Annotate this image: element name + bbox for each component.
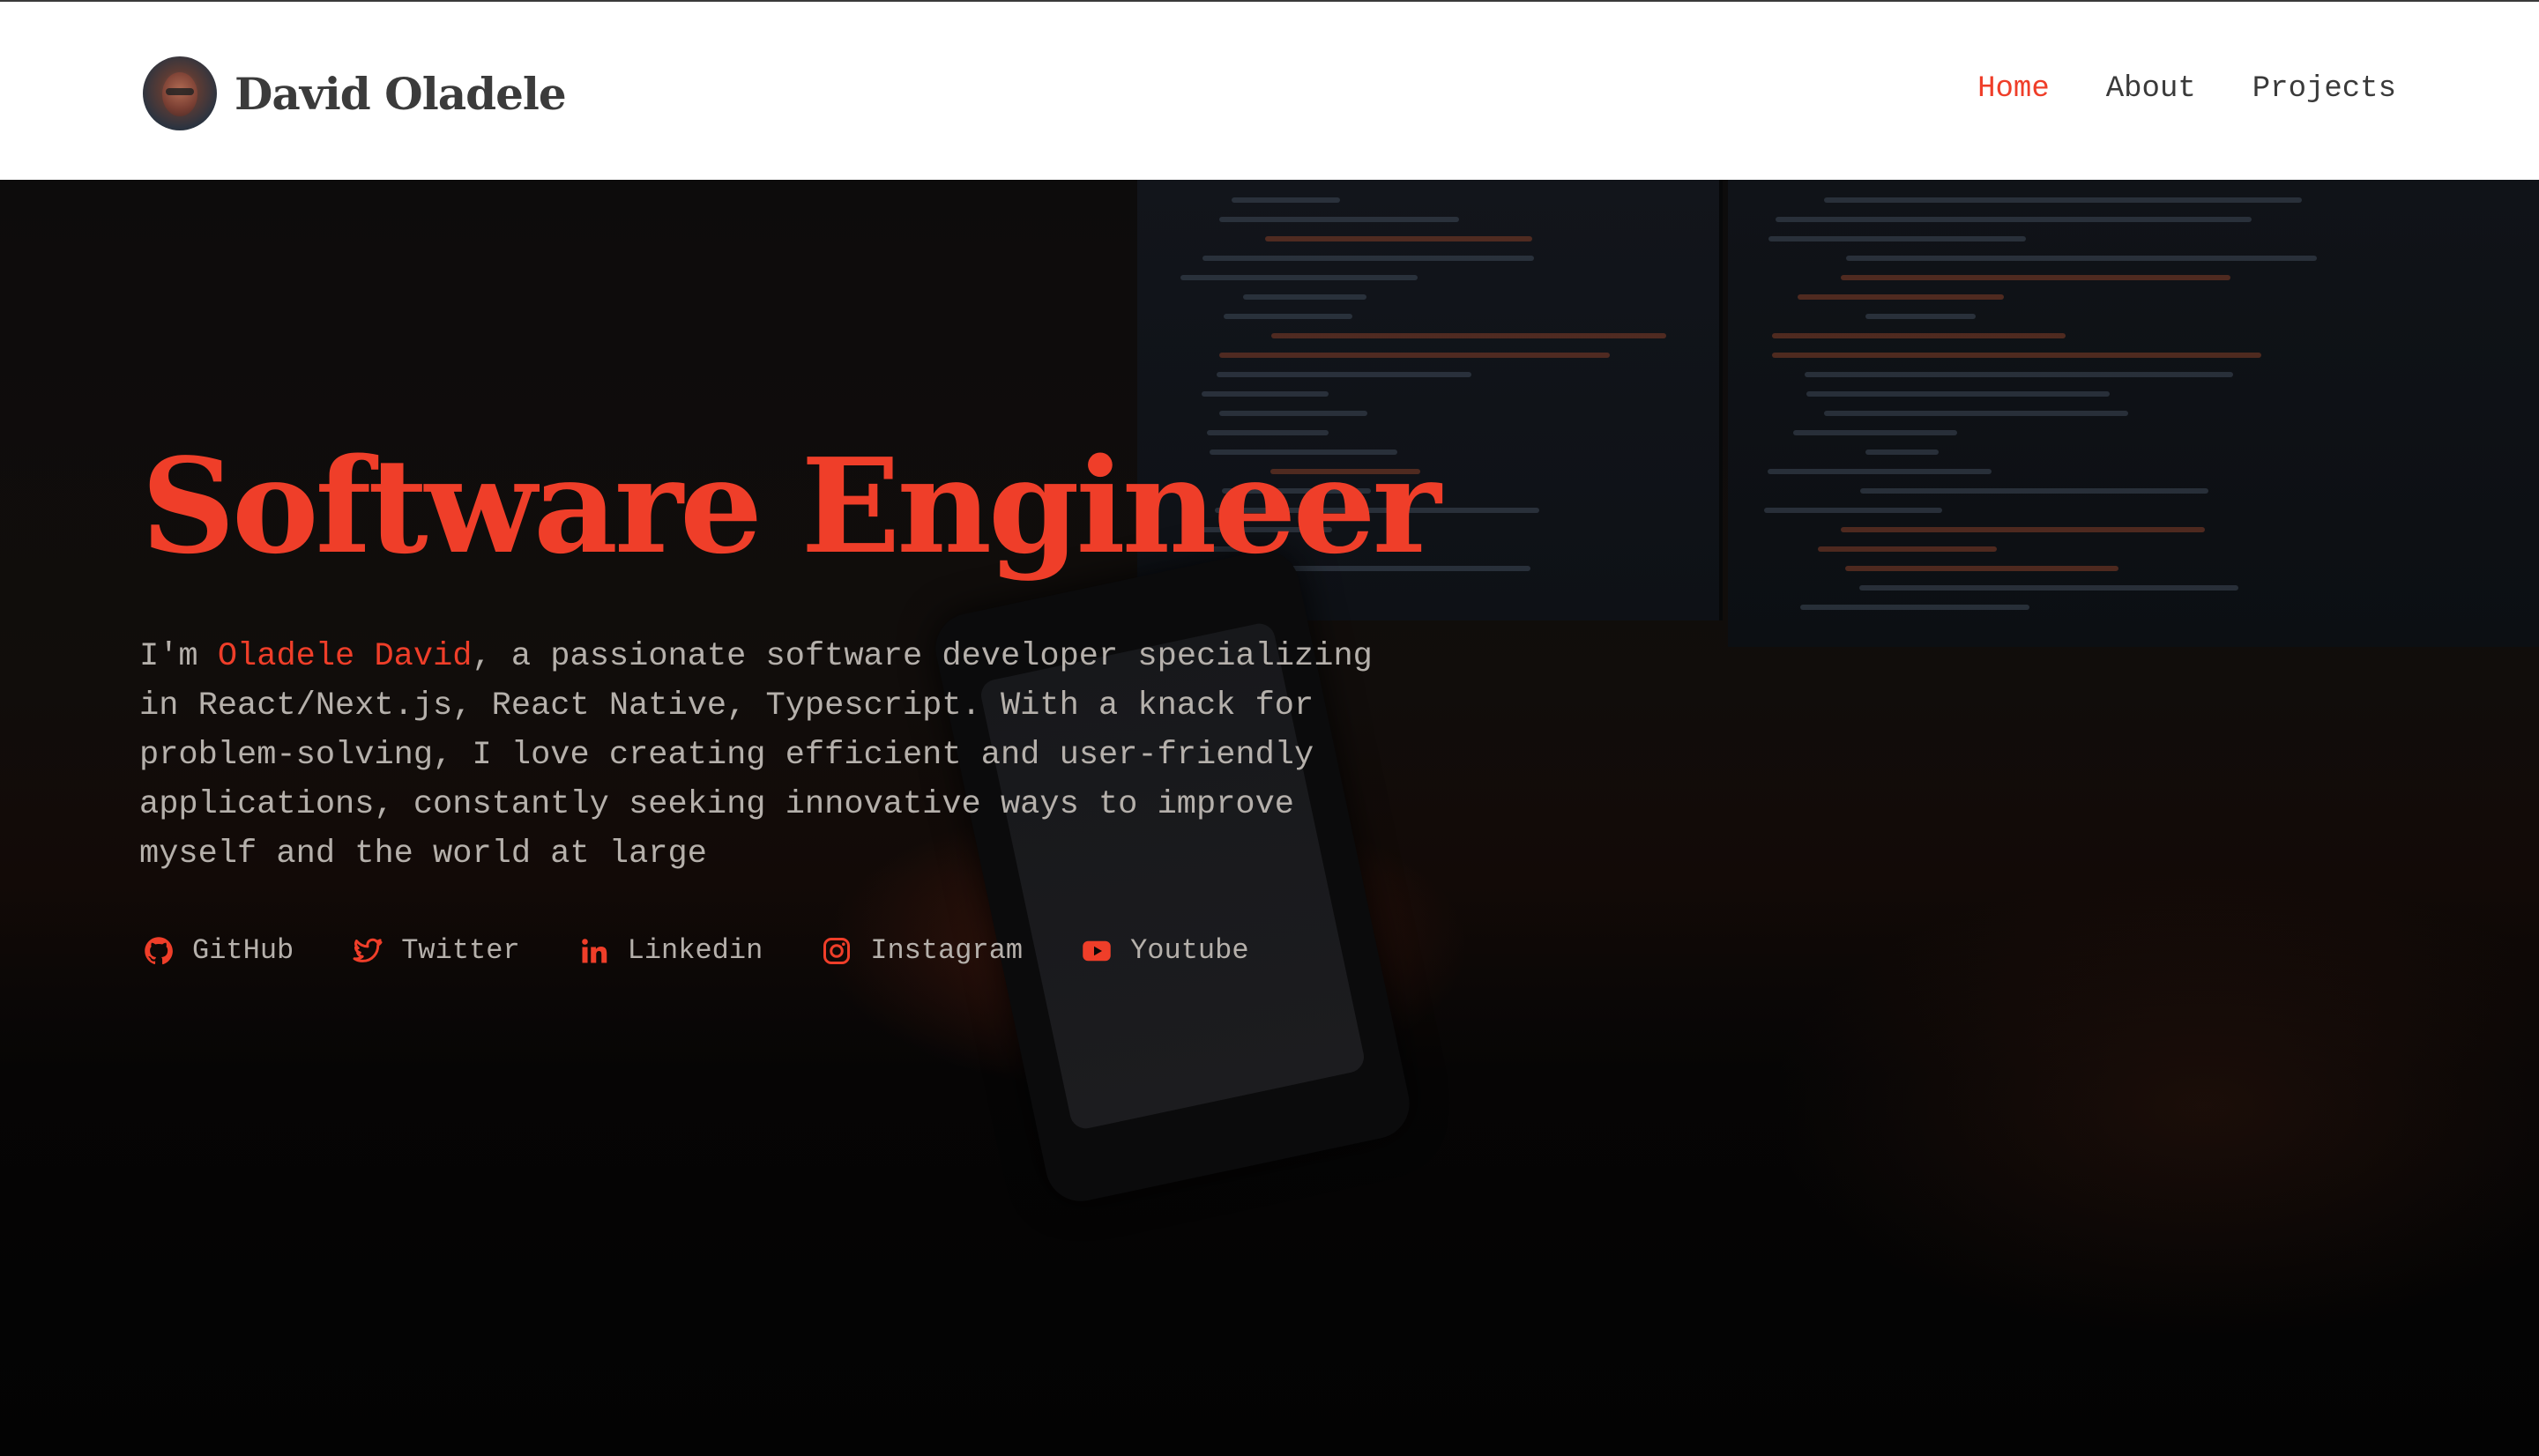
main-nav: Home About Projects <box>1977 72 2396 106</box>
background-code-line <box>1219 217 1459 222</box>
social-link-youtube[interactable]: Youtube <box>1081 934 1249 967</box>
nav-home[interactable]: Home <box>1977 72 2050 106</box>
github-icon <box>143 935 175 967</box>
background-code-line <box>1806 391 2110 397</box>
brand-name[interactable]: David Oladele <box>235 68 567 120</box>
background-code-line <box>1202 256 1534 261</box>
background-code-line <box>1800 605 2029 610</box>
background-code-line <box>1243 294 1366 300</box>
twitter-icon <box>352 935 383 967</box>
background-code-line <box>1865 314 1976 319</box>
background-code-line <box>1772 353 2261 358</box>
site-header: David Oladele Home About Projects <box>0 0 2539 180</box>
social-label-linkedin: Linkedin <box>627 934 763 967</box>
youtube-icon <box>1081 935 1113 967</box>
hero-title: Software Engineer <box>141 429 1441 583</box>
background-code-line <box>1841 527 2205 532</box>
background-monitor-right <box>1728 180 2539 647</box>
background-code-line <box>1793 430 1957 435</box>
social-label-instagram: Instagram <box>870 934 1024 967</box>
hero-bio: I'm Oladele David, a passionate software… <box>139 632 1374 879</box>
background-code-line <box>1845 566 2118 571</box>
background-code-line <box>1805 372 2233 377</box>
background-code-line <box>1859 585 2238 591</box>
bio-name-highlight: Oladele David <box>217 638 473 675</box>
background-code-line <box>1846 256 2317 261</box>
social-links: GitHub Twitter Linkedin Instagram Youtub… <box>143 934 1249 967</box>
background-code-line <box>1271 333 1666 338</box>
background-code-line <box>1219 411 1367 416</box>
social-link-instagram[interactable]: Instagram <box>821 934 1023 967</box>
avatar <box>143 56 217 130</box>
background-code-line <box>1798 294 2004 300</box>
background-code-line <box>1768 469 1992 474</box>
bio-prefix: I'm <box>139 638 218 675</box>
social-link-linkedin[interactable]: Linkedin <box>578 934 763 967</box>
social-label-github: GitHub <box>192 934 294 967</box>
background-code-line <box>1824 197 2302 203</box>
background-code-line <box>1265 236 1532 241</box>
background-code-line <box>1768 236 2026 241</box>
nav-about[interactable]: About <box>2106 72 2196 106</box>
background-code-line <box>1824 411 2128 416</box>
background-code-line <box>1232 197 1340 203</box>
background-code-line <box>1772 333 2066 338</box>
linkedin-icon <box>578 935 610 967</box>
nav-projects[interactable]: Projects <box>2252 72 2396 106</box>
avatar-glasses <box>166 88 194 95</box>
social-link-github[interactable]: GitHub <box>143 934 294 967</box>
background-code-line <box>1841 275 2230 280</box>
social-label-youtube: Youtube <box>1130 934 1249 967</box>
brand[interactable]: David Oladele <box>143 56 567 130</box>
background-code-line <box>1224 314 1352 319</box>
instagram-icon <box>821 935 853 967</box>
background-code-line <box>1219 353 1610 358</box>
background-code-line <box>1860 488 2208 494</box>
background-code-line <box>1202 391 1329 397</box>
background-code-line <box>1180 275 1418 280</box>
social-link-twitter[interactable]: Twitter <box>352 934 520 967</box>
background-code-line <box>1217 372 1471 377</box>
background-code-line <box>1764 508 1942 513</box>
background-code-line <box>1818 546 1997 552</box>
social-label-twitter: Twitter <box>401 934 520 967</box>
background-code-line <box>1776 217 2252 222</box>
background-code-line <box>1865 449 1939 455</box>
